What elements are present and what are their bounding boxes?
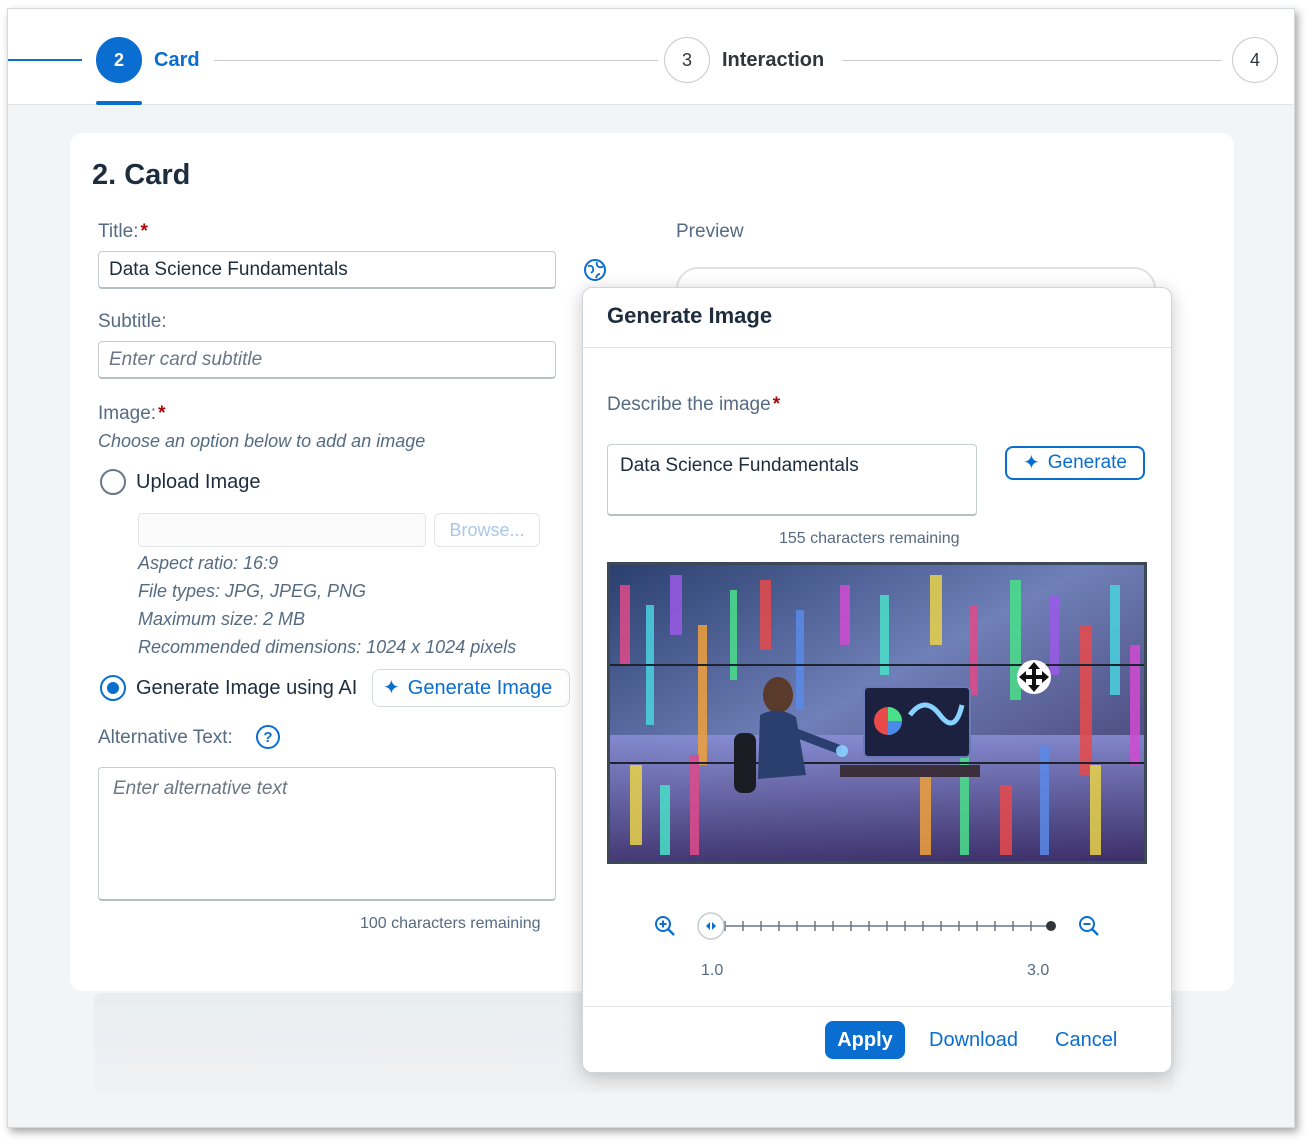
wizard-step-2-label[interactable]: Card [154, 49, 200, 72]
subtitle-label: Subtitle: [98, 311, 167, 332]
upload-hint-dimensions: Recommended dimensions: 1024 x 1024 pixe… [138, 637, 517, 657]
upload-image-label[interactable]: Upload Image [136, 471, 261, 494]
browse-button: Browse... [434, 513, 540, 547]
wizard-connector [842, 60, 1222, 61]
describe-textarea-value: Data Science Fundamentals [620, 455, 859, 476]
title-label-text: Title: [98, 221, 139, 242]
upload-hint-size: Maximum size: 2 MB [138, 609, 306, 629]
zoom-min-label: 1.0 [701, 962, 724, 979]
dialog-generate-button[interactable]: ✦ Generate [1005, 446, 1145, 480]
generated-image-artwork [610, 565, 1144, 861]
dialog-generate-button-label: Generate [1047, 452, 1127, 473]
image-label: Image: * [98, 403, 166, 425]
generate-image-button-label: Generate Image [407, 676, 553, 699]
title-input[interactable]: Data Science Fundamentals [98, 251, 556, 289]
required-mark: * [140, 221, 148, 242]
title-label: Title: * [98, 221, 148, 243]
wizard-step-4-circle[interactable]: 4 [1232, 37, 1278, 83]
subtitle-placeholder: Enter card subtitle [109, 348, 263, 370]
generate-image-button[interactable]: ✦ Generate Image [372, 669, 570, 707]
alt-text-counter: 100 characters remaining [360, 915, 541, 932]
required-mark: * [158, 403, 166, 424]
cancel-button[interactable]: Cancel [1055, 1029, 1117, 1052]
image-label-text: Image: [98, 403, 157, 424]
apply-button[interactable]: Apply [825, 1021, 905, 1059]
dialog-footer: Apply Download Cancel [583, 1006, 1171, 1072]
wizard-header: 2 Card 3 Interaction 4 [8, 9, 1294, 105]
zoom-out-icon[interactable] [1077, 914, 1101, 938]
download-button[interactable]: Download [929, 1029, 1018, 1052]
wizard-step-2-circle[interactable]: 2 [96, 37, 142, 83]
preview-label: Preview [676, 221, 744, 242]
generate-ai-radio[interactable] [100, 675, 126, 701]
upload-hint-filetypes: File types: JPG, JPEG, PNG [138, 581, 367, 601]
section-title: 2. Card [92, 159, 191, 191]
generate-ai-label[interactable]: Generate Image using AI [136, 677, 357, 700]
zoom-max-label: 3.0 [1027, 962, 1050, 979]
sparkle-icon: ✦ [383, 677, 400, 699]
image-hint: Choose an option below to add an image [98, 431, 426, 451]
required-mark: * [772, 394, 781, 415]
dialog-header: Generate Image [583, 288, 1171, 348]
generate-image-dialog: Generate Image Describe the image * Data … [582, 287, 1172, 1073]
slider-handle[interactable] [697, 912, 725, 940]
wizard-step-3-circle[interactable]: 3 [664, 37, 710, 83]
alt-text-placeholder: Enter alternative text [113, 778, 288, 799]
help-icon[interactable]: ? [256, 725, 280, 749]
globe-icon[interactable] [582, 257, 608, 283]
upload-image-radio[interactable] [100, 469, 126, 495]
describe-label: Describe the image * [607, 394, 780, 416]
generated-image[interactable] [607, 562, 1147, 864]
zoom-in-icon[interactable] [653, 914, 677, 938]
alt-text-label: Alternative Text: [98, 727, 233, 748]
upload-hint-aspect: Aspect ratio: 16:9 [138, 553, 279, 573]
describe-label-text: Describe the image [607, 394, 771, 415]
upload-file-input [138, 513, 426, 547]
wizard-active-indicator [96, 101, 142, 105]
title-input-value: Data Science Fundamentals [109, 258, 348, 280]
dialog-title: Generate Image [607, 303, 773, 328]
subtitle-input[interactable]: Enter card subtitle [98, 341, 556, 379]
sparkle-icon: ✦ [1023, 452, 1040, 474]
app-window: 2 Card 3 Interaction 4 2. Card Title: * D… [7, 8, 1295, 1128]
wizard-connector [214, 60, 658, 61]
describe-counter: 155 characters remaining [779, 530, 960, 547]
zoom-slider-row: 1.0 3.0 [653, 908, 1103, 979]
alt-text-textarea[interactable]: Enter alternative text [98, 767, 556, 901]
describe-textarea[interactable]: Data Science Fundamentals [607, 444, 977, 516]
wizard-step-3-label[interactable]: Interaction [722, 49, 824, 72]
zoom-slider[interactable] [695, 912, 1061, 940]
wizard-connector-done [8, 59, 82, 61]
